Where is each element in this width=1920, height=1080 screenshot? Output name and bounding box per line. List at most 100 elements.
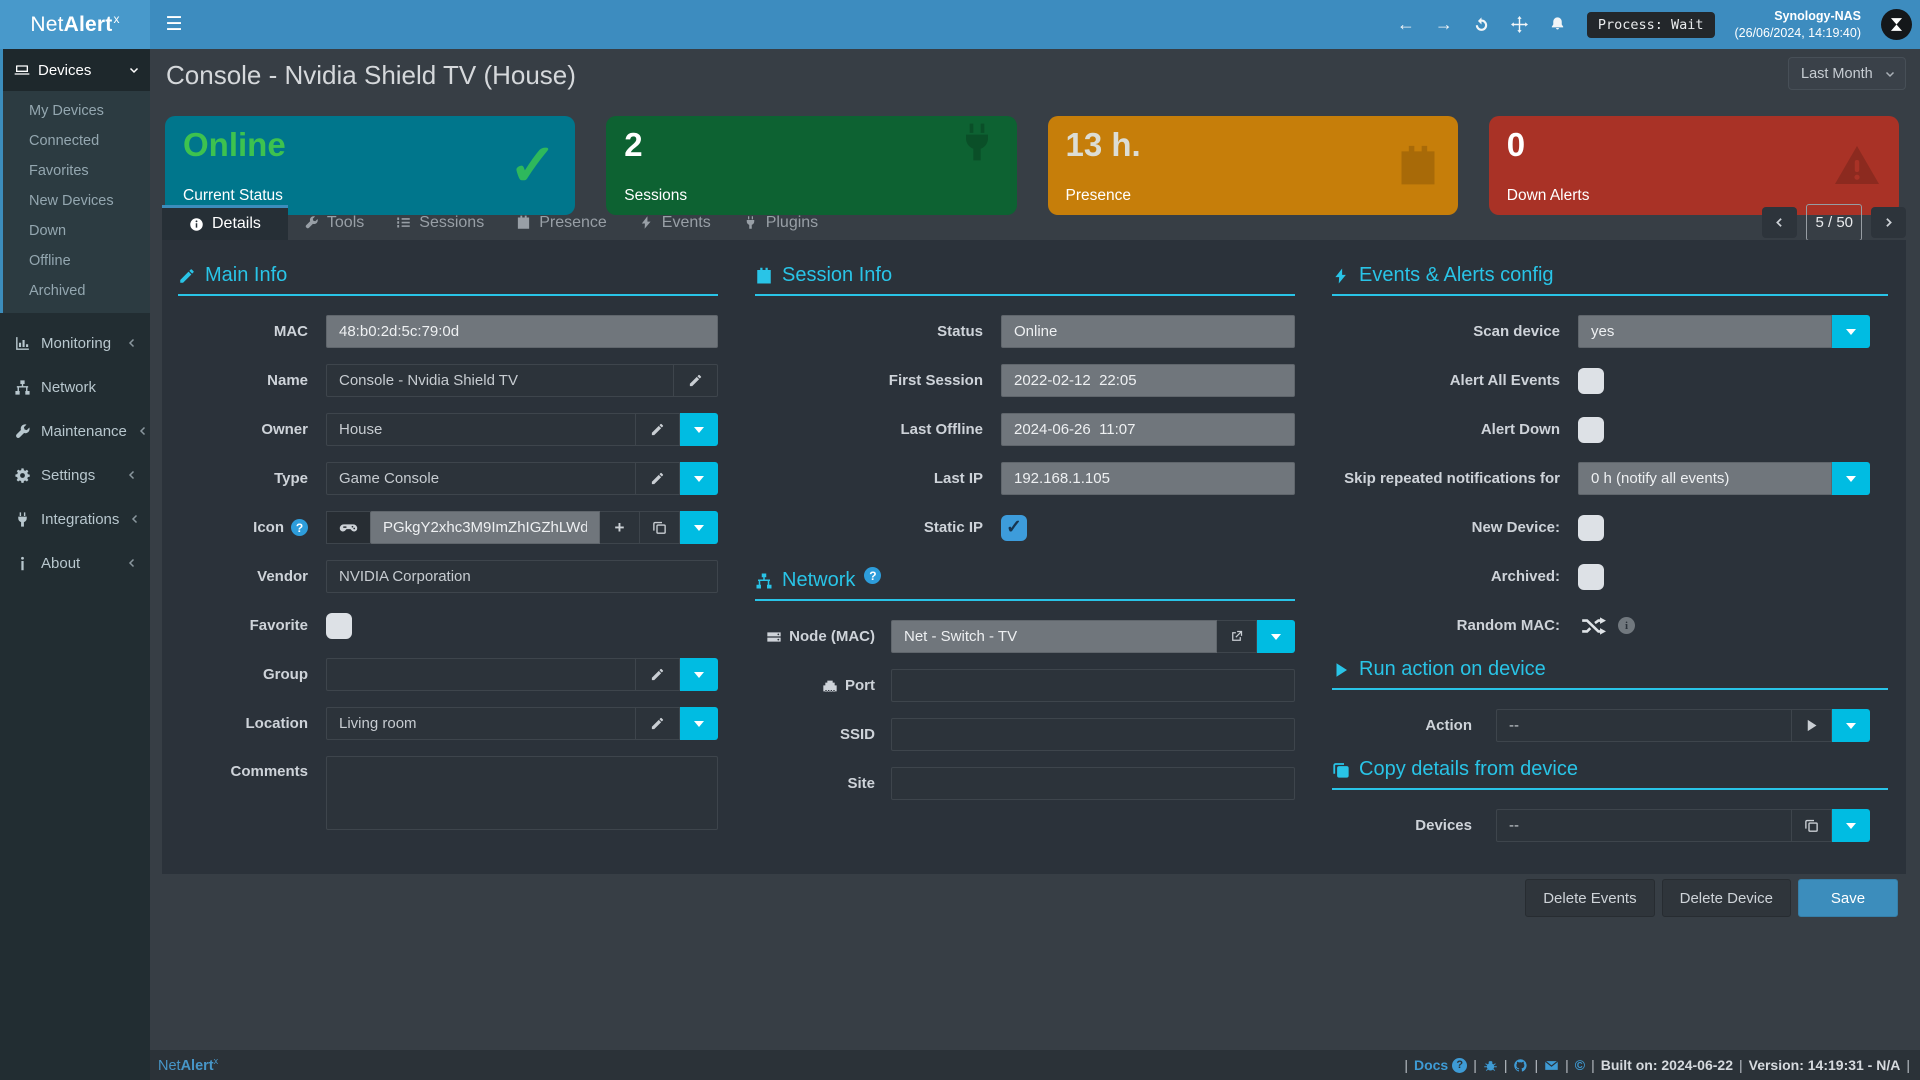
sidebar-item-maintenance[interactable]: Maintenance xyxy=(0,409,150,453)
arrows-move-icon xyxy=(1511,16,1528,33)
sidebar-item-new-devices[interactable]: New Devices xyxy=(3,186,150,216)
refresh-button[interactable] xyxy=(1473,16,1491,34)
group-input[interactable] xyxy=(326,658,636,691)
type-input[interactable] xyxy=(326,462,636,495)
sidebar-toggle-button[interactable]: ☰ xyxy=(150,0,198,49)
user-avatar[interactable] xyxy=(1881,9,1912,40)
edit-type-button[interactable] xyxy=(636,462,680,495)
action-select[interactable] xyxy=(1496,709,1792,742)
copy-devices-dropdown-button[interactable] xyxy=(1832,809,1870,842)
copy-icon-button[interactable] xyxy=(640,511,680,544)
card-presence[interactable]: 13 h. Presence xyxy=(1048,116,1458,215)
alert-all-events-checkbox[interactable]: ✓ xyxy=(1578,368,1604,394)
nav-back-button[interactable]: ← xyxy=(1397,16,1415,34)
nav-forward-button[interactable]: → xyxy=(1435,16,1453,34)
tab-sessions[interactable]: Sessions xyxy=(380,205,500,240)
bug-report-link[interactable] xyxy=(1483,1058,1498,1073)
notifications-button[interactable] xyxy=(1549,16,1567,34)
edit-group-button[interactable] xyxy=(636,658,680,691)
sidebar-item-integrations[interactable]: Integrations xyxy=(0,497,150,541)
info-icon[interactable]: i xyxy=(1618,617,1635,634)
alert-down-checkbox[interactable]: ✓ xyxy=(1578,417,1604,443)
owner-dropdown-button[interactable] xyxy=(680,413,718,446)
scan-device-select[interactable] xyxy=(1578,315,1832,348)
sidebar-item-settings[interactable]: Settings xyxy=(0,453,150,497)
move-button[interactable] xyxy=(1511,16,1529,34)
copy-devices-select[interactable] xyxy=(1496,809,1792,842)
port-input[interactable] xyxy=(891,669,1295,702)
last-offline-input[interactable] xyxy=(1001,413,1295,446)
delete-device-button[interactable]: Delete Device xyxy=(1662,879,1791,917)
sidebar-item-network[interactable]: Network xyxy=(0,365,150,409)
mac-input[interactable] xyxy=(326,315,718,348)
skip-notifications-select[interactable] xyxy=(1578,462,1832,495)
ssid-input[interactable] xyxy=(891,718,1295,751)
last-ip-input[interactable] xyxy=(1001,462,1295,495)
docs-link[interactable]: Docs? xyxy=(1414,1057,1467,1073)
node-dropdown-button[interactable] xyxy=(1257,620,1295,653)
location-input[interactable] xyxy=(326,707,636,740)
sidebar-item-my-devices[interactable]: My Devices xyxy=(3,96,150,126)
sidebar-item-about[interactable]: About xyxy=(0,541,150,585)
copy-from-device-button[interactable] xyxy=(1792,809,1832,842)
page-title: Console - Nvidia Shield TV (House) xyxy=(166,60,576,91)
site-input[interactable] xyxy=(891,767,1295,800)
email-link[interactable] xyxy=(1544,1058,1559,1073)
period-select[interactable]: Last Month xyxy=(1788,57,1906,90)
edit-name-button[interactable] xyxy=(674,364,718,397)
owner-input[interactable] xyxy=(326,413,636,446)
favorite-checkbox[interactable]: ✓ xyxy=(326,613,352,639)
archived-checkbox[interactable]: ✓ xyxy=(1578,564,1604,590)
process-status-badge[interactable]: Process: Wait xyxy=(1587,12,1715,38)
footer-brand[interactable]: NetAlertx xyxy=(158,1056,218,1074)
first-session-input[interactable] xyxy=(1001,364,1295,397)
sidebar-item-connected[interactable]: Connected xyxy=(3,126,150,156)
prev-device-button[interactable] xyxy=(1762,207,1797,238)
location-dropdown-button[interactable] xyxy=(680,707,718,740)
add-icon-button[interactable]: + xyxy=(600,511,640,544)
tab-events[interactable]: Events xyxy=(623,205,727,240)
license-link[interactable]: © xyxy=(1575,1057,1585,1073)
tab-plugins[interactable]: Plugins xyxy=(727,205,834,240)
delete-events-button[interactable]: Delete Events xyxy=(1525,879,1654,917)
next-device-button[interactable] xyxy=(1871,207,1906,238)
help-icon[interactable]: ? xyxy=(864,567,881,584)
sidebar-item-archived[interactable]: Archived xyxy=(3,276,150,306)
card-label: Sessions xyxy=(624,187,687,205)
group-dropdown-button[interactable] xyxy=(680,658,718,691)
icon-base64-input[interactable] xyxy=(370,511,600,544)
status-input[interactable] xyxy=(1001,315,1295,348)
card-current-status[interactable]: Online Current Status ✓ xyxy=(165,116,575,215)
run-action-button[interactable] xyxy=(1792,709,1832,742)
type-dropdown-button[interactable] xyxy=(680,462,718,495)
card-sessions[interactable]: 2 Sessions xyxy=(606,116,1016,215)
save-button[interactable]: Save xyxy=(1798,879,1898,917)
sidebar-item-offline[interactable]: Offline xyxy=(3,246,150,276)
help-icon[interactable]: ? xyxy=(291,519,308,536)
new-device-checkbox[interactable]: ✓ xyxy=(1578,515,1604,541)
sidebar-item-down[interactable]: Down xyxy=(3,216,150,246)
icon-dropdown-button[interactable] xyxy=(680,511,718,544)
static-ip-checkbox[interactable]: ✓ xyxy=(1001,515,1027,541)
comments-textarea[interactable] xyxy=(326,756,718,830)
name-input[interactable] xyxy=(326,364,674,397)
github-link[interactable] xyxy=(1513,1058,1528,1073)
app-logo[interactable]: NetAlertx xyxy=(0,0,150,49)
tab-details[interactable]: Details xyxy=(162,205,288,240)
node-mac-input[interactable] xyxy=(891,620,1217,653)
tab-tools[interactable]: Tools xyxy=(288,205,380,240)
edit-owner-button[interactable] xyxy=(636,413,680,446)
sidebar-item-monitoring[interactable]: Monitoring xyxy=(0,321,150,365)
skip-notifications-dropdown-button[interactable] xyxy=(1832,462,1870,495)
card-down-alerts[interactable]: 0 Down Alerts xyxy=(1489,116,1899,215)
edit-location-button[interactable] xyxy=(636,707,680,740)
scan-device-dropdown-button[interactable] xyxy=(1832,315,1870,348)
action-dropdown-button[interactable] xyxy=(1832,709,1870,742)
open-node-button[interactable] xyxy=(1217,620,1257,653)
vendor-input[interactable] xyxy=(326,560,718,593)
footer-brand-text: Net xyxy=(158,1058,181,1074)
chevron-down-icon xyxy=(128,64,140,76)
sidebar-item-favorites[interactable]: Favorites xyxy=(3,156,150,186)
sidebar-item-devices[interactable]: Devices xyxy=(0,49,150,91)
tab-presence[interactable]: Presence xyxy=(500,205,623,240)
